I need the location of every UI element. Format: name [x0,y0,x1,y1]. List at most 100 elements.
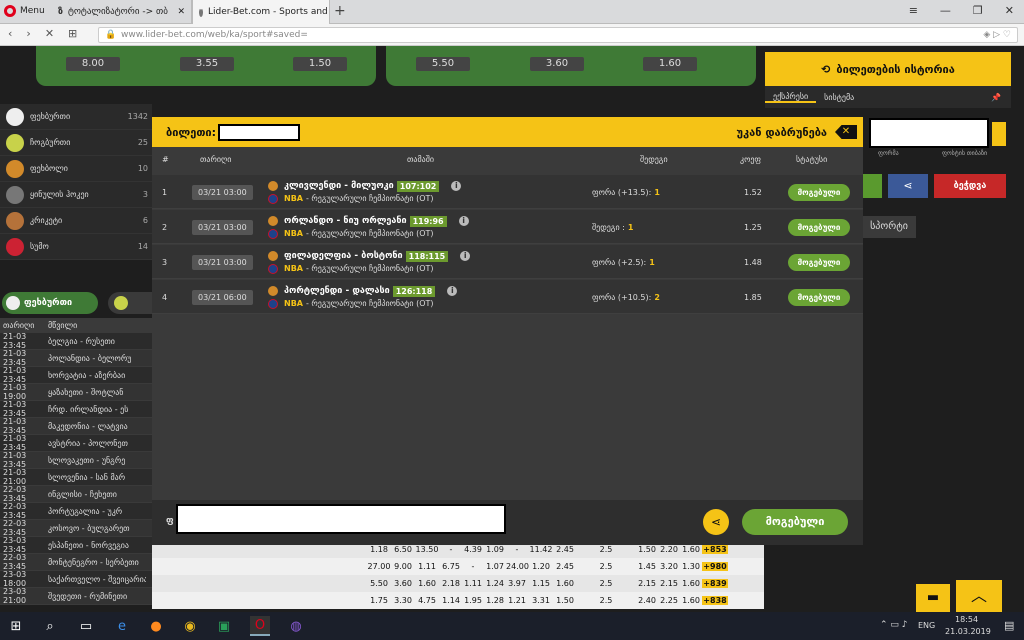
odd-cell[interactable]: 1.60 [680,545,702,554]
odd-cell[interactable]: +838 [702,596,728,605]
odd-cell[interactable]: 1.15 [528,579,554,588]
edge-icon[interactable]: e [112,616,132,636]
odd-cell[interactable]: 1.09 [484,545,506,554]
odd-cell[interactable]: 3.60 [392,579,414,588]
info-icon[interactable]: i [458,216,469,226]
table-row[interactable]: 23-03 23:45 ესპანეთი - ნორვეგია [0,536,152,554]
odd-cell[interactable]: - [462,562,484,571]
odd-button[interactable]: 5.50 [416,57,470,71]
notifications-icon[interactable]: ▤ [1004,619,1014,632]
table-row[interactable]: 21-03 23:45 პოლანდია - ბელორუ [0,349,152,367]
odd-cell[interactable]: 2.45 [554,545,576,554]
close-window-icon[interactable]: ✕ [1005,4,1014,17]
tab-system[interactable]: სისტემა [816,93,862,102]
scroll-top-button[interactable]: ︿ [956,580,1002,612]
table-row[interactable]: 21-03 19:00 ყაზახეთი - შოტლან [0,383,152,401]
restore-icon[interactable]: ❐ [973,4,983,17]
tray-icons[interactable]: ⌃ ▭ ♪ [880,620,908,630]
odd-cell[interactable]: 1.30 [680,562,702,571]
odd-cell[interactable]: 2.5 [576,596,636,605]
sport-item[interactable]: სუმო 14 [0,234,152,260]
new-tab-button[interactable]: + [334,3,346,19]
odd-cell[interactable]: 11.42 [528,545,554,554]
table-row[interactable]: 21-03 21:00 სლოვენია - სან მარ [0,468,152,486]
close-tab-icon[interactable]: ✕ [177,7,185,17]
share-button[interactable]: ⋖ [888,174,928,198]
add-button[interactable] [862,174,882,198]
table-row[interactable]: 21-03 23:45 ხორვატია - აზერბაი [0,366,152,384]
language-indicator[interactable]: ENG [918,621,935,630]
table-row[interactable]: 22-03 23:45 მონტენეგრო - სერბეთი [0,553,152,571]
sport-item[interactable]: ფეხბურთი 1342 [0,104,152,130]
status-badge[interactable]: მოგებული [788,218,850,236]
odd-cell[interactable]: 2.5 [576,562,636,571]
info-icon[interactable]: i [451,181,462,191]
firefox-icon[interactable]: ● [146,616,166,636]
odd-cell[interactable]: 4.75 [414,596,440,605]
opera-icon[interactable]: O [250,616,270,636]
odd-cell[interactable]: 2.15 [636,579,658,588]
sport-item[interactable]: ჩოგბურთი 25 [0,130,152,156]
odd-cell[interactable]: 2.5 [576,579,636,588]
odd-button[interactable]: 3.60 [530,57,584,71]
odd-cell[interactable]: +839 [702,579,728,588]
odd-cell[interactable]: 6.50 [392,545,414,554]
odd-cell[interactable]: 1.20 [528,562,554,571]
odd-cell[interactable]: 1.95 [462,596,484,605]
print-button[interactable]: ბეჭდვა [934,174,1006,198]
odd-cell[interactable]: 2.45 [554,562,576,571]
odd-cell[interactable]: 1.60 [680,596,702,605]
stop-icon[interactable]: ✕ [45,27,54,40]
status-badge[interactable]: მოგებული [788,253,850,271]
odd-cell[interactable]: 1.24 [484,579,506,588]
odd-cell[interactable]: 1.11 [414,562,440,571]
odd-cell[interactable]: 4.39 [462,545,484,554]
odd-cell[interactable]: 3.31 [528,596,554,605]
sport-item[interactable]: ყინულის ჰოკეი 3 [0,182,152,208]
windows-start-icon[interactable]: ⊞ [6,616,26,636]
odd-cell[interactable]: 27.00 [366,562,392,571]
odd-cell[interactable]: 1.11 [462,579,484,588]
table-row[interactable]: 21-03 23:45 ჩრდ. ირლანდია - ეს [0,400,152,418]
odd-cell[interactable]: 2.40 [636,596,658,605]
browser-tab-1[interactable]: ზ ტოტალიზატორი -> თბ ✕ [52,0,192,24]
task-view-icon[interactable]: ▭ [76,616,96,636]
odd-cell[interactable]: 6.75 [440,562,462,571]
odd-cell[interactable]: 1.75 [366,596,392,605]
odd-cell[interactable]: 1.14 [440,596,462,605]
odd-button[interactable]: 8.00 [66,57,120,71]
table-row[interactable]: 21-03 23:45 ავსტრია - პოლონეთ [0,434,152,452]
sport-tab-right[interactable]: სპორტი [862,216,916,238]
odd-cell[interactable]: 2.25 [658,596,680,605]
odd-cell[interactable]: 2.15 [658,579,680,588]
back-label[interactable]: უკან დაბრუნება [737,126,827,139]
back-arrow-icon[interactable]: ✕ [835,125,857,139]
status-badge[interactable]: მოგებული [788,288,850,306]
chrome-icon[interactable]: ◉ [180,616,200,636]
odd-cell[interactable]: 24.00 [506,562,529,571]
address-tools-icons[interactable]: ◈ ▷ ♡ [983,28,1011,42]
odd-button[interactable]: 3.55 [180,57,234,71]
status-badge[interactable]: მოგებული [788,183,850,201]
odd-cell[interactable]: +980 [702,562,728,571]
table-row[interactable]: 23-03 18:00 საქართველო - შვეიცარია [0,570,152,588]
odd-cell[interactable]: 1.21 [506,596,528,605]
speed-dial-icon[interactable]: ⊞ [68,27,77,40]
ticket-status-button[interactable]: მოგებული [742,509,848,535]
tabs-menu-icon[interactable]: ≡ [909,4,918,17]
browser-tab-2[interactable]: Lider-Bet.com - Sports and ✕ [192,0,330,24]
clock-date[interactable]: 21.03.2019 [945,627,991,636]
clock-time[interactable]: 18:54 [955,615,978,624]
odd-cell[interactable]: 2.5 [576,545,636,554]
search-icon[interactable]: ⌕ [40,616,60,636]
table-row[interactable]: 21-03 23:45 სლოვაკეთი - უნგრე [0,451,152,469]
table-row[interactable]: 23-03 21:00 შვედეთი - რუმინეთი [0,587,152,605]
odd-cell[interactable]: 13.50 [414,545,440,554]
info-icon[interactable]: i [447,286,458,296]
odd-cell[interactable]: +853 [702,545,728,554]
odd-cell[interactable]: 1.28 [484,596,506,605]
forward-icon[interactable]: › [26,27,30,40]
odd-button[interactable]: 1.60 [643,57,697,71]
odd-cell[interactable]: 3.20 [658,562,680,571]
odd-cell[interactable]: 1.50 [636,545,658,554]
